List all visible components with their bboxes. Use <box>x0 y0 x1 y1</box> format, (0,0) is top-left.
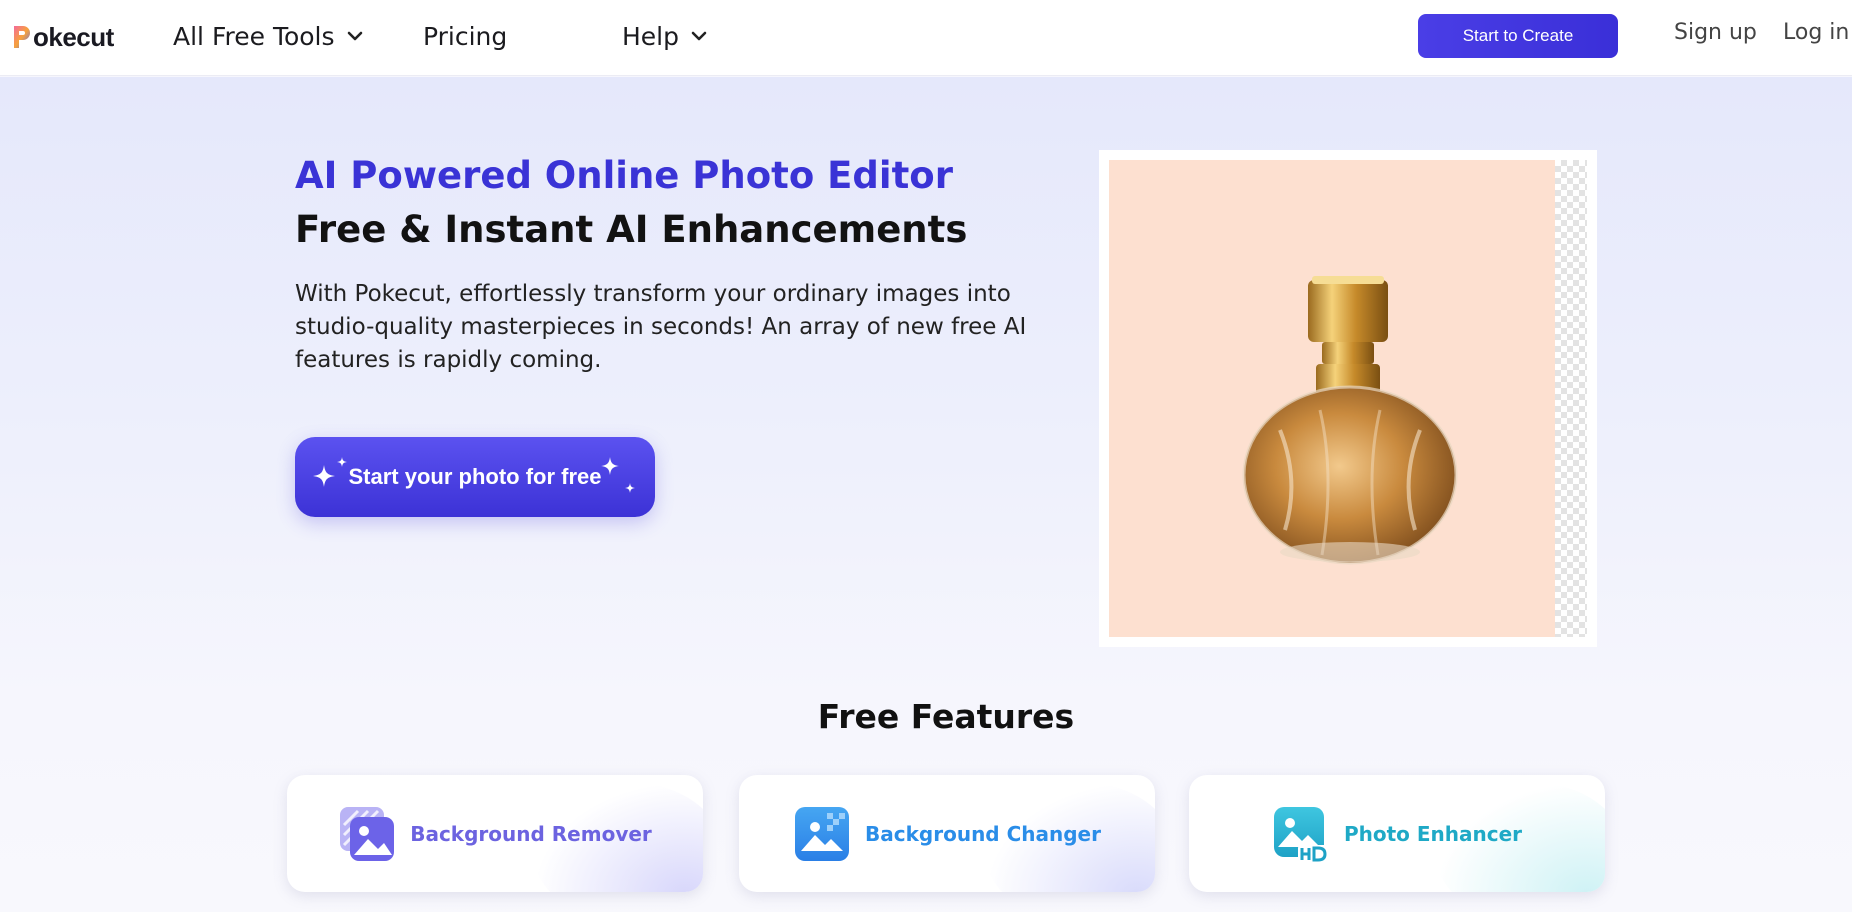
feature-label: Background Remover <box>410 821 652 846</box>
nav-pricing-label: Pricing <box>423 21 508 51</box>
start-photo-free-button[interactable]: Start your photo for free <box>295 437 655 517</box>
transparency-checker-strip <box>1555 160 1587 637</box>
pokecut-logo[interactable]: okecut <box>12 20 114 54</box>
chevron-down-icon <box>347 31 362 41</box>
feature-card-background-remover[interactable]: Background Remover <box>287 775 703 892</box>
perfume-bottle-image <box>1242 276 1458 565</box>
photo-enhancer-icon <box>1273 806 1330 863</box>
sparkle-icon <box>313 465 335 487</box>
free-features-title: Free Features <box>817 697 1075 736</box>
feature-label: Photo Enhancer <box>1343 821 1523 846</box>
sparkle-icon <box>625 483 635 493</box>
hero-title: AI Powered Online Photo Editor <box>295 154 953 197</box>
nav-pricing[interactable]: Pricing <box>423 18 507 54</box>
chevron-down-icon <box>691 31 707 41</box>
nav-help-label: Help <box>622 21 679 51</box>
feature-card-photo-enhancer[interactable]: Photo Enhancer <box>1189 775 1605 892</box>
sign-up-link[interactable]: Sign up <box>1674 20 1757 45</box>
nav-all-free-tools-label: All Free Tools <box>173 21 335 51</box>
start-photo-free-label: Start your photo for free <box>348 464 602 489</box>
pokecut-logo-icon <box>14 26 30 48</box>
logo-text: okecut <box>33 21 114 52</box>
background-remover-icon <box>340 806 395 861</box>
sparkle-icon <box>337 457 347 467</box>
hero-description: With Pokecut, effortlessly transform you… <box>295 281 1027 373</box>
top-navbar: okecut All Free Tools Pricing Help Start… <box>0 0 1852 76</box>
log-in-link[interactable]: Log in <box>1783 20 1849 45</box>
hero-subtitle: Free & Instant AI Enhancements <box>295 208 968 251</box>
feature-card-background-changer[interactable]: Background Changer <box>739 775 1155 892</box>
nav-help[interactable]: Help <box>622 18 707 54</box>
nav-all-free-tools[interactable]: All Free Tools <box>173 18 363 54</box>
feature-label: Background Changer <box>865 821 1101 846</box>
sparkle-icon <box>601 457 619 475</box>
background-changer-icon <box>795 806 850 861</box>
start-to-create-button[interactable]: Start to Create <box>1418 14 1618 58</box>
